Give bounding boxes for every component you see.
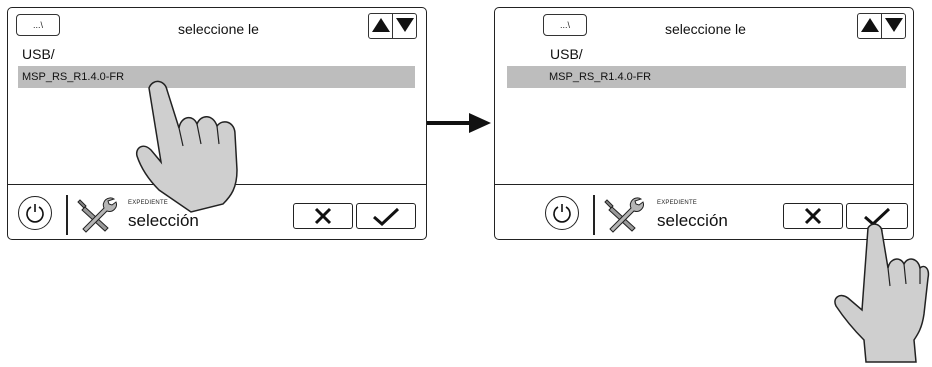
screen-title: seleccione le [178, 21, 259, 37]
scroll-buttons [857, 13, 906, 39]
folder-label: USB/ [22, 46, 55, 62]
scroll-buttons [368, 13, 417, 39]
power-button[interactable] [18, 196, 52, 230]
x-icon [804, 207, 822, 225]
pointing-hand-icon [834, 223, 930, 363]
mode-label: selección [657, 211, 728, 230]
wrench-screwdriver-icon [77, 197, 117, 233]
screen-title: seleccione le [665, 21, 746, 37]
scroll-up-button[interactable] [369, 14, 392, 38]
file-browser: ...\ seleccione le USB/ MSP_RS_R1.4.0-FR [495, 8, 913, 184]
file-row-selected[interactable]: MSP_RS_R1.4.0-FR [507, 66, 906, 88]
power-icon [553, 204, 571, 223]
folder-label: USB/ [550, 46, 583, 62]
triangle-up-icon [861, 18, 879, 32]
category-label: EXPEDIENTE [657, 200, 698, 206]
triangle-down-icon [885, 18, 903, 32]
triangle-up-icon [372, 18, 390, 32]
scroll-down-button[interactable] [392, 14, 416, 38]
triangle-down-icon [396, 18, 414, 32]
path-button[interactable]: ...\ [543, 14, 587, 36]
device-screen-after: ...\ seleccione le USB/ MSP_RS_R1.4.0-FR… [494, 7, 914, 240]
path-button[interactable]: ...\ [16, 14, 60, 36]
power-button[interactable] [545, 196, 579, 230]
cancel-button[interactable] [293, 203, 353, 229]
wrench-screwdriver-icon [604, 197, 644, 233]
power-icon [26, 204, 44, 223]
x-icon [314, 207, 332, 225]
check-icon [373, 207, 400, 226]
arrow-right-icon [427, 113, 491, 133]
pointing-hand-icon [135, 80, 238, 213]
footer-divider [593, 195, 595, 235]
footer-divider [66, 195, 68, 235]
scroll-down-button[interactable] [881, 14, 905, 38]
confirm-button[interactable] [356, 203, 416, 229]
scroll-up-button[interactable] [858, 14, 881, 38]
